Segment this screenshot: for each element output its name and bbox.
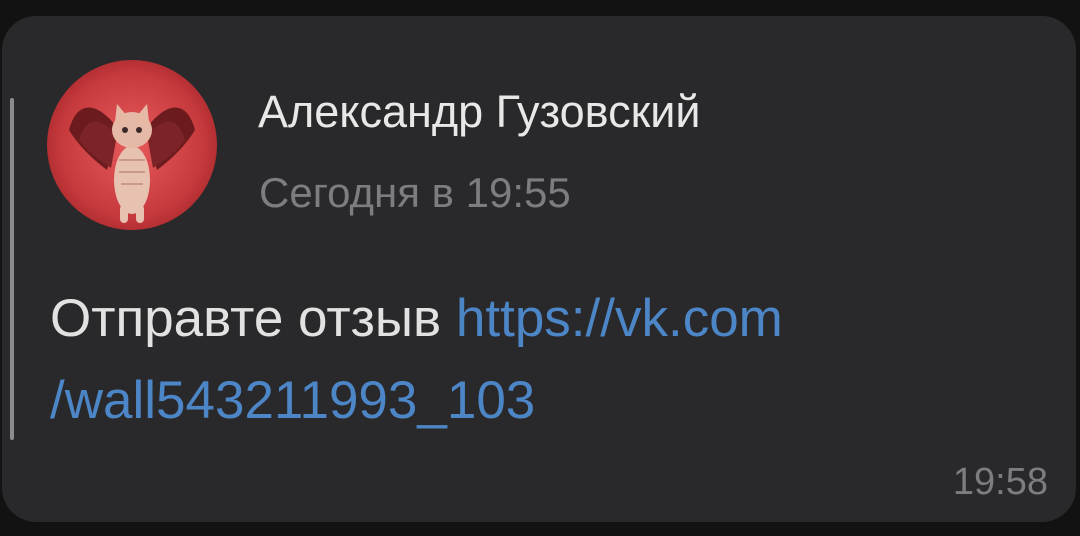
message-body: Отправте отзыв — [50, 289, 456, 348]
sender-name[interactable]: Александр Гузовский — [258, 82, 701, 142]
message-text: Отправте отзыв https://vk.com/wall543211… — [50, 278, 1030, 442]
original-sent-time: Сегодня в 19:55 — [259, 169, 571, 216]
message-bubble[interactable]: Александр Гузовский Сегодня в 19:55 Отпр… — [2, 16, 1076, 522]
message-time: 19:58 — [952, 461, 1048, 503]
quote-bar — [10, 98, 14, 440]
cat-with-wings-avatar-icon[interactable] — [47, 60, 217, 230]
link-line-1[interactable]: https://vk.com — [456, 289, 783, 348]
link-line-2[interactable]: /wall543211993_103 — [50, 371, 535, 430]
